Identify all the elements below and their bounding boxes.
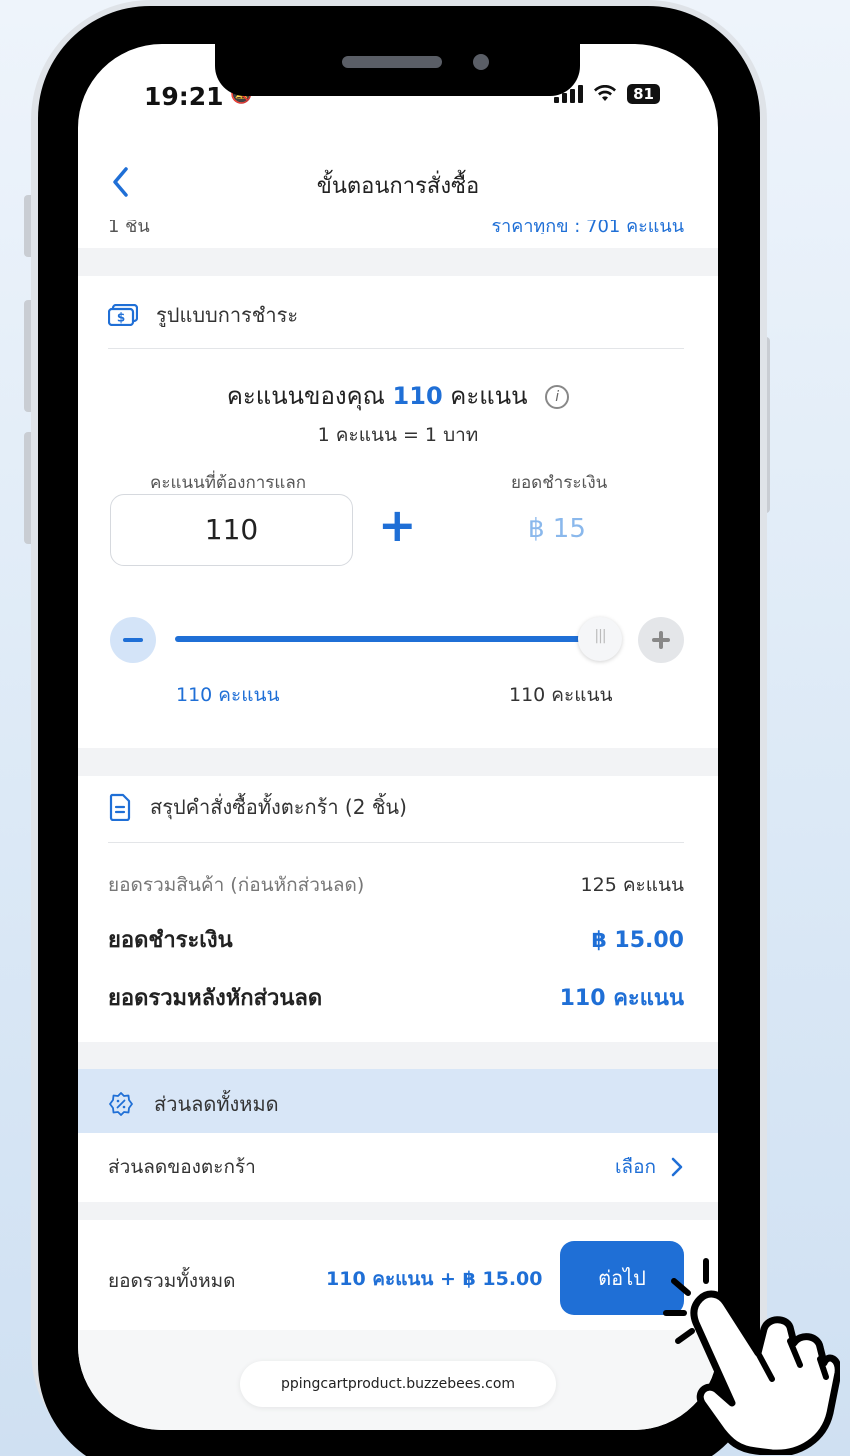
front-camera xyxy=(473,54,489,70)
item-quantity: 1 ชิ้น xyxy=(108,220,150,234)
chevron-right-icon xyxy=(671,1157,683,1177)
slider-min-label: 110 คะแนน xyxy=(176,684,280,706)
after-discount-value: 110 คะแนน xyxy=(559,986,684,1011)
payment-label: ยอดชำระเงิน xyxy=(108,928,233,953)
plus-icon: + xyxy=(378,498,417,552)
payment-section-title: รูปแบบการชำระ xyxy=(156,303,299,327)
summary-row-payment: ยอดชำระเงิน ฿ 15.00 xyxy=(108,922,684,957)
points-slider-track[interactable] xyxy=(175,636,595,642)
status-time: 19:21 xyxy=(144,82,224,111)
divider xyxy=(108,348,684,349)
increase-points-button[interactable] xyxy=(638,617,684,663)
svg-text:$: $ xyxy=(117,311,125,325)
subtotal-value: 125 คะแนน xyxy=(580,874,684,896)
wifi-icon xyxy=(594,85,617,101)
points-value: 110 xyxy=(392,382,443,410)
payment-section-header: $ รูปแบบการชำระ xyxy=(108,299,684,331)
url-bar[interactable]: ppingcartproduct.buzzebees.com xyxy=(240,1361,556,1407)
summary-row-after-discount: ยอดรวมหลังหักส่วนลด 110 คะแนน xyxy=(108,980,684,1015)
grand-total-value: 110 คะแนน + ฿ 15.00 xyxy=(326,1268,543,1290)
discount-section-title: ส่วนลดทั้งหมด xyxy=(154,1092,279,1116)
section-gap xyxy=(78,748,718,776)
points-prefix: คะแนนของคุณ xyxy=(226,382,385,410)
slider-max-label: 110 คะแนน xyxy=(509,684,613,706)
info-icon[interactable]: i xyxy=(545,385,570,409)
money-icon: $ xyxy=(108,304,138,326)
after-discount-label: ยอดรวมหลังหักส่วนลด xyxy=(108,986,323,1011)
cart-discount-label: ส่วนลดของตะกร้า xyxy=(108,1156,256,1178)
cart-discount-row[interactable]: ส่วนลดของตะกร้า เลือก xyxy=(108,1152,684,1182)
section-gap xyxy=(78,248,718,276)
select-discount-label: เลือก xyxy=(614,1156,656,1178)
points-slider-handle[interactable] xyxy=(578,617,622,661)
payment-amount-label: ยอดชำระเงิน xyxy=(511,473,608,493)
section-gap xyxy=(78,1202,718,1220)
select-discount-link[interactable]: เลือก xyxy=(615,1152,684,1182)
points-unit: คะแนน xyxy=(450,382,528,410)
tap-hand-icon xyxy=(663,1258,840,1455)
phone-notch xyxy=(215,40,580,96)
speaker xyxy=(342,56,442,68)
your-points: คะแนนของคุณ 110 คะแนน i xyxy=(78,376,718,415)
summary-section-header: สรุปคำสั่งซื้อทั้งตะกร้า (2 ชิ้น) xyxy=(108,791,684,823)
document-icon xyxy=(109,793,131,821)
discount-badge-icon xyxy=(109,1092,133,1116)
payment-value: ฿ 15.00 xyxy=(591,928,684,953)
item-price: ราคาทุกข : 701 คะแนน xyxy=(491,220,685,234)
battery-icon: 81 xyxy=(627,84,660,104)
page-title: ขั้นตอนการสั่งซื้อ xyxy=(316,174,480,199)
subtotal-label: ยอดรวมสินค้า (ก่อนหักส่วนลด) xyxy=(108,874,365,896)
exchange-points-label: คะแนนที่ต้องการแลก xyxy=(150,473,307,493)
discount-section-header: ส่วนลดทั้งหมด xyxy=(108,1088,279,1120)
divider xyxy=(108,842,684,843)
points-input[interactable]: 110 xyxy=(110,494,353,566)
phone-screen: 19:21 🔕 81 ขั้นตอนการสั่งซื้อ 1 ชิ้น ราค… xyxy=(78,44,718,1430)
summary-section-title: สรุปคำสั่งซื้อทั้งตะกร้า (2 ชิ้น) xyxy=(150,795,407,819)
grand-total-label: ยอดรวมทั้งหมด xyxy=(108,1270,236,1292)
decrease-points-button[interactable] xyxy=(110,617,156,663)
section-gap xyxy=(78,1042,718,1069)
payment-amount: ฿ 15 xyxy=(528,514,586,544)
summary-row-subtotal: ยอดรวมสินค้า (ก่อนหักส่วนลด) 125 คะแนน xyxy=(108,870,684,900)
exchange-rate: 1 คะแนน = 1 บาท xyxy=(317,424,479,446)
cut-off-item-row: 1 ชิ้น ราคาทุกข : 701 คะแนน xyxy=(108,220,684,234)
